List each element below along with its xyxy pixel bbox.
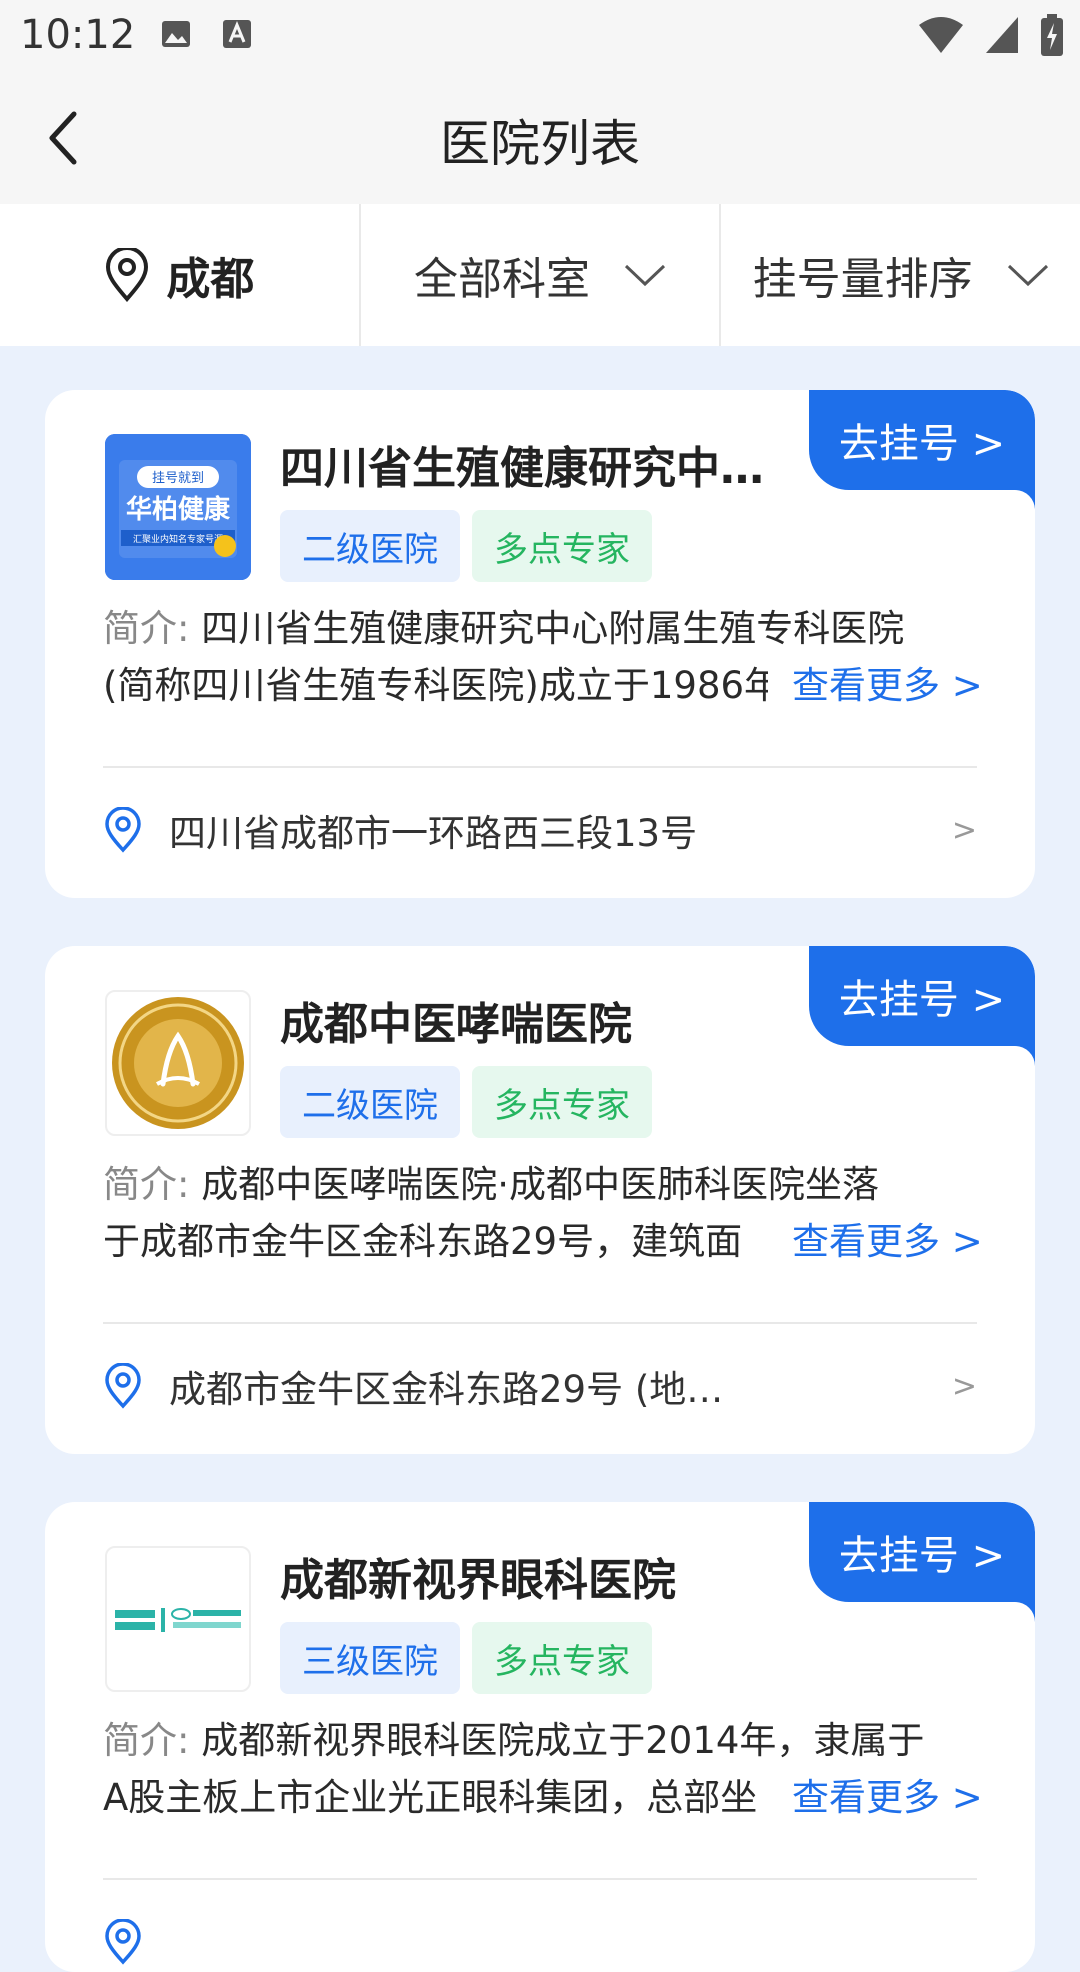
- intro-line-1: 成都新视界眼科医院成立于2014年，隶属于: [201, 1719, 925, 1762]
- intro-label: 简介:: [103, 1719, 190, 1762]
- location-label: 成都: [166, 254, 255, 305]
- intro-line-2: 于成都市金牛区金科东路29号，建筑面: [103, 1220, 743, 1263]
- book-button[interactable]: 去挂号 >: [809, 390, 1035, 490]
- sort-label: 挂号量排序: [752, 254, 973, 305]
- hospital-intro: 简介: 成都中医哮喘医院·成都中医肺科医院坐落 于成都市金牛区金科东路29号，建…: [103, 1156, 983, 1270]
- logo-tagline: 汇聚业内知名专家号源: [133, 533, 223, 545]
- hospital-name: 成都新视界眼科医院: [280, 1555, 676, 1606]
- intro-label: 简介:: [103, 607, 190, 650]
- app-bar: 医院列表: [0, 72, 1080, 204]
- divider: [103, 1878, 977, 1880]
- location-filter[interactable]: 成都: [0, 204, 359, 346]
- intro-line-2: (简称四川省生殖专科医院)成立于1986年: [103, 664, 768, 707]
- divider: [103, 1322, 977, 1324]
- location-pin-icon: [105, 807, 141, 853]
- intro-label: 简介:: [103, 1163, 190, 1206]
- divider: [103, 766, 977, 768]
- hospital-card[interactable]: 去挂号 > 成都新视界眼科医院 三级医院 多点专家 简介: 成都新视界眼科医院成…: [45, 1502, 1035, 1972]
- view-more-link[interactable]: 查看更多 >: [792, 1769, 983, 1826]
- view-more-link[interactable]: 查看更多 >: [792, 1213, 983, 1270]
- hospital-intro: 简介: 成都新视界眼科医院成立于2014年，隶属于 A股主板上市企业光正眼科集团…: [103, 1712, 983, 1826]
- hospital-logo: 挂号就到 华柏健康 汇聚业内知名专家号源: [105, 434, 251, 580]
- sort-filter[interactable]: 挂号量排序: [719, 204, 1080, 346]
- address-row[interactable]: [103, 1912, 977, 1972]
- logo-slogan: 挂号就到: [152, 471, 204, 486]
- image-icon: [162, 21, 190, 47]
- address-text: 成都市金牛区金科东路29号 (地…: [169, 1368, 724, 1411]
- intro-line-1: 四川省生殖健康研究中心附属生殖专科医院: [201, 607, 905, 650]
- expert-tag: 多点专家: [472, 510, 652, 582]
- wifi-icon: [919, 17, 963, 53]
- level-tag: 二级医院: [280, 1066, 460, 1138]
- book-button[interactable]: 去挂号 >: [809, 946, 1035, 1046]
- hospital-logo: [105, 990, 251, 1136]
- view-more-link[interactable]: 查看更多 >: [792, 657, 983, 714]
- address-row[interactable]: 成都市金牛区金科东路29号 (地… >: [103, 1356, 977, 1416]
- level-tag: 二级医院: [280, 510, 460, 582]
- logo-brand: 华柏健康: [126, 494, 231, 525]
- address-row[interactable]: 四川省成都市一环路西三段13号 >: [103, 800, 977, 860]
- signal-icon: [986, 17, 1018, 53]
- chevron-down-icon: [1007, 264, 1048, 287]
- book-button[interactable]: 去挂号 >: [809, 1502, 1035, 1602]
- page-title: 医院列表: [440, 115, 640, 173]
- location-pin-icon: [106, 248, 149, 302]
- text-a-icon: [223, 20, 251, 48]
- hospital-intro: 简介: 四川省生殖健康研究中心附属生殖专科医院 (简称四川省生殖专科医院)成立于…: [103, 600, 983, 714]
- chevron-right-icon: >: [951, 812, 977, 848]
- status-time: 10:12: [20, 12, 136, 58]
- address-text: 四川省成都市一环路西三段13号: [169, 812, 698, 855]
- intro-line-2: A股主板上市企业光正眼科集团，总部坐: [103, 1776, 758, 1819]
- location-pin-icon: [105, 1919, 141, 1965]
- hospital-name: 四川省生殖健康研究中心附属生殖专科医院: [280, 443, 800, 494]
- hospital-card[interactable]: 去挂号 > 挂号就到 华柏健康 汇聚业内知名专家号源 四川省生殖健康研究中心附属…: [45, 390, 1035, 898]
- department-label: 全部科室: [414, 254, 590, 305]
- department-filter[interactable]: 全部科室: [358, 204, 720, 346]
- hospital-logo: [105, 1546, 251, 1692]
- intro-line-1: 成都中医哮喘医院·成都中医肺科医院坐落: [201, 1163, 879, 1206]
- expert-tag: 多点专家: [472, 1622, 652, 1694]
- battery-charging-icon: [1041, 14, 1063, 56]
- status-bar: 10:12: [0, 0, 1080, 72]
- level-tag: 三级医院: [280, 1622, 460, 1694]
- location-pin-icon: [105, 1363, 141, 1409]
- chevron-right-icon: >: [951, 1368, 977, 1404]
- hospital-name: 成都中医哮喘医院: [280, 999, 632, 1050]
- filter-bar: 成都 全部科室 挂号量排序: [0, 204, 1080, 346]
- chevron-down-icon: [624, 264, 666, 287]
- hospital-card[interactable]: 去挂号 > 成都中医哮喘医院 二级医院 多点专家 简介: 成都中医哮喘医院·成都…: [45, 946, 1035, 1454]
- expert-tag: 多点专家: [472, 1066, 652, 1138]
